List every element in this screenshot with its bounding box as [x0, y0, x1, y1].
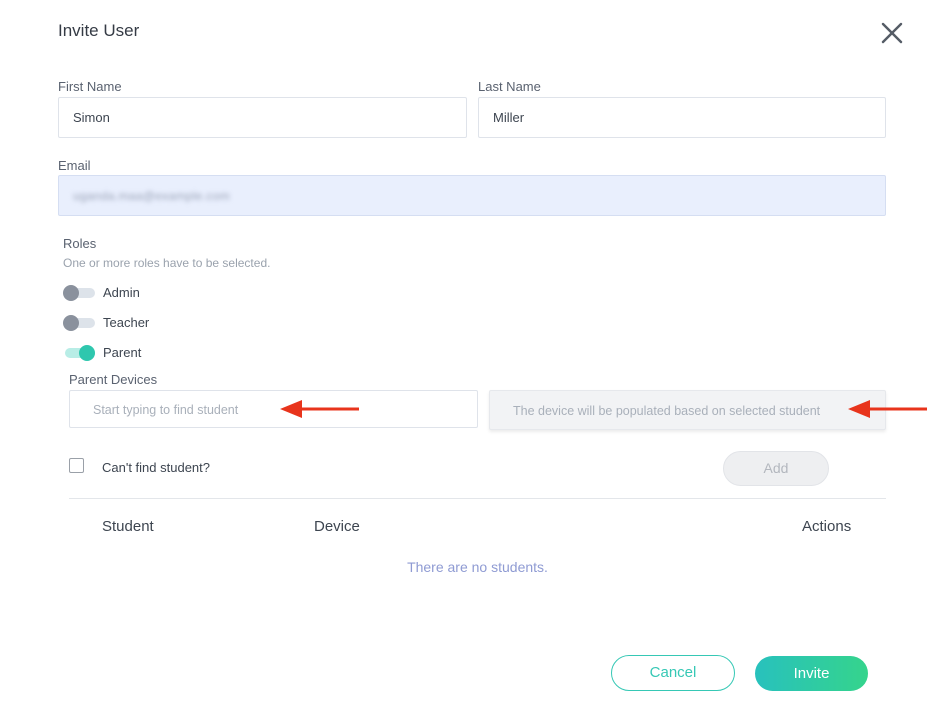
email-label: Email [58, 158, 91, 173]
close-icon[interactable] [879, 20, 905, 46]
cancel-button[interactable]: Cancel [611, 655, 735, 691]
email-field[interactable]: uganda.maa@example.com [58, 175, 886, 216]
roles-label: Roles [63, 236, 97, 251]
teacher-toggle[interactable] [63, 315, 97, 331]
parent-label: Parent [103, 345, 142, 360]
parent-devices-label: Parent Devices [69, 372, 158, 387]
admin-toggle[interactable] [63, 285, 97, 301]
student-search-input[interactable] [69, 390, 478, 428]
device-placeholder: The device will be populated based on se… [513, 404, 821, 418]
cant-find-student-label: Can't find student? [102, 460, 210, 475]
column-header-actions: Actions [802, 518, 852, 535]
teacher-label: Teacher [103, 315, 150, 330]
dialog-title: Invite User [58, 21, 140, 40]
annotation-arrow-icon [848, 400, 927, 418]
admin-label: Admin [103, 285, 140, 300]
device-field: The device will be populated based on se… [489, 390, 886, 430]
empty-table-message: There are no students. [407, 559, 548, 575]
table-divider [69, 498, 886, 499]
add-button[interactable]: Add [723, 451, 829, 486]
first-name-field[interactable] [58, 97, 467, 138]
annotation-arrow-icon [280, 400, 359, 418]
parent-toggle[interactable] [63, 345, 97, 361]
column-header-student: Student [102, 518, 154, 535]
cant-find-student-checkbox[interactable] [69, 458, 84, 473]
roles-hint: One or more roles have to be selected. [63, 256, 271, 270]
email-value: uganda.maa@example.com [73, 189, 230, 203]
invite-button[interactable]: Invite [755, 656, 868, 691]
column-header-device: Device [314, 518, 360, 535]
last-name-label: Last Name [478, 79, 541, 94]
last-name-field[interactable] [478, 97, 886, 138]
first-name-label: First Name [58, 79, 122, 94]
